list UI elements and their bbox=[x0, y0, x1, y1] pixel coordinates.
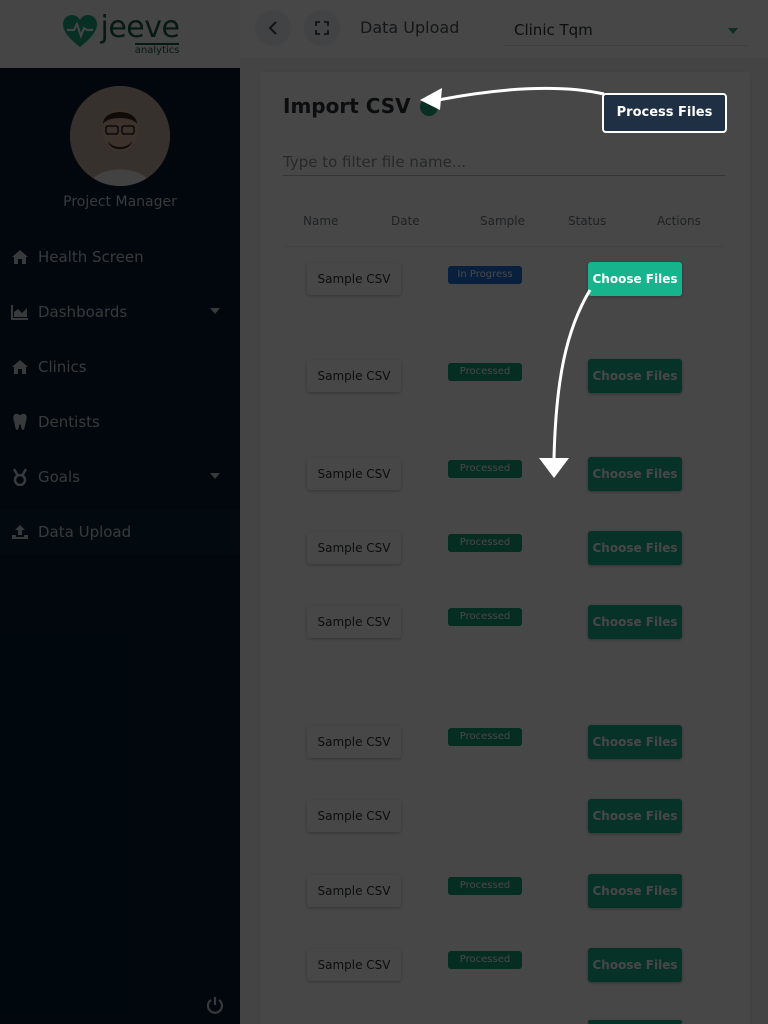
avatar[interactable] bbox=[70, 86, 170, 186]
sample-csv-button[interactable]: Sample CSV bbox=[307, 726, 401, 758]
home-icon bbox=[10, 357, 30, 377]
status-badge: Processed bbox=[448, 728, 522, 746]
choose-files-button[interactable]: Choose Files bbox=[588, 457, 682, 491]
choose-files-button[interactable]: Choose Files bbox=[588, 531, 682, 565]
chevron-down-icon bbox=[728, 28, 738, 34]
tooth-icon bbox=[10, 412, 30, 432]
status-badge: Processed bbox=[448, 877, 522, 895]
sidebar-item-health-screen[interactable]: Health Screen bbox=[0, 235, 240, 279]
choose-files-button[interactable]: Choose Files bbox=[588, 725, 682, 759]
sample-csv-button[interactable]: Sample CSV bbox=[307, 360, 401, 392]
sidebar-item-data-upload[interactable]: Data Upload bbox=[0, 510, 240, 554]
sidebar-item-label: Data Upload bbox=[38, 523, 132, 541]
sidebar-item-label: Health Screen bbox=[38, 248, 144, 266]
home-icon bbox=[10, 247, 30, 267]
fullscreen-icon bbox=[315, 21, 329, 35]
sample-csv-button[interactable]: Sample CSV bbox=[307, 263, 401, 295]
sample-csv-button[interactable]: Sample CSV bbox=[307, 458, 401, 490]
sample-csv-button[interactable]: Sample CSV bbox=[307, 532, 401, 564]
logo-sub: analytics bbox=[134, 42, 180, 56]
back-button[interactable] bbox=[255, 10, 291, 46]
chart-icon bbox=[10, 302, 30, 322]
heart-pulse-icon bbox=[62, 14, 97, 47]
process-files-button[interactable]: Process Files bbox=[602, 93, 727, 133]
choose-files-button[interactable]: Choose Files bbox=[588, 359, 682, 393]
info-icon[interactable] bbox=[420, 98, 438, 116]
sidebar-item-label: Goals bbox=[38, 468, 80, 486]
choose-files-button[interactable]: Choose Files bbox=[588, 874, 682, 908]
chevron-down-icon bbox=[210, 308, 220, 314]
clinic-select-value: Clinic Tqm bbox=[514, 20, 593, 39]
file-filter-input[interactable] bbox=[283, 148, 725, 176]
sample-csv-button[interactable]: Sample CSV bbox=[307, 875, 401, 907]
clinic-select[interactable]: Clinic Tqm bbox=[504, 14, 748, 46]
sidebar-item-dentists[interactable]: Dentists bbox=[0, 400, 240, 444]
card-title: Import CSV bbox=[283, 94, 411, 118]
sample-csv-button[interactable]: Sample CSV bbox=[307, 800, 401, 832]
sidebar: jeeve analytics Project Manager Health S… bbox=[0, 0, 240, 1024]
status-badge: Processed bbox=[448, 608, 522, 626]
choose-files-button-highlighted[interactable]: Choose Files bbox=[588, 262, 682, 296]
power-icon[interactable] bbox=[205, 995, 225, 1015]
sidebar-item-label: Dashboards bbox=[38, 303, 128, 321]
sidebar-item-clinics[interactable]: Clinics bbox=[0, 345, 240, 389]
column-header-name: Name bbox=[303, 214, 339, 228]
logo-bar: jeeve analytics bbox=[0, 0, 240, 68]
user-photo-icon bbox=[70, 86, 170, 186]
choose-files-button[interactable]: Choose Files bbox=[588, 605, 682, 639]
column-header-date: Date bbox=[391, 214, 420, 228]
sample-csv-button[interactable]: Sample CSV bbox=[307, 949, 401, 981]
choose-files-button[interactable]: Choose Files bbox=[588, 948, 682, 982]
sidebar-item-goals[interactable]: Goals bbox=[0, 455, 240, 499]
status-badge: Processed bbox=[448, 363, 522, 381]
choose-files-button[interactable]: Choose Files bbox=[588, 799, 682, 833]
status-badge: In Progress bbox=[448, 266, 522, 284]
fullscreen-button[interactable] bbox=[304, 10, 340, 46]
chevron-down-icon bbox=[210, 473, 220, 479]
choose-files-button-partial[interactable] bbox=[588, 1020, 682, 1024]
logo[interactable]: jeeve analytics bbox=[61, 9, 180, 56]
sidebar-item-label: Dentists bbox=[38, 413, 100, 431]
page-title: Data Upload bbox=[360, 18, 460, 37]
upload-icon bbox=[10, 522, 30, 542]
top-bar: Data Upload Clinic Tqm bbox=[240, 0, 768, 58]
column-header-status: Status bbox=[568, 214, 607, 228]
status-badge: Processed bbox=[448, 534, 522, 552]
sample-csv-button[interactable]: Sample CSV bbox=[307, 606, 401, 638]
sidebar-item-dashboards[interactable]: Dashboards bbox=[0, 290, 240, 334]
column-header-actions: Actions bbox=[657, 214, 701, 228]
divider bbox=[283, 246, 725, 247]
medal-icon bbox=[10, 467, 30, 487]
logo-name: jeeve bbox=[100, 9, 180, 45]
chevron-left-icon bbox=[268, 21, 277, 35]
status-badge: Processed bbox=[448, 951, 522, 969]
sidebar-item-label: Clinics bbox=[38, 358, 87, 376]
status-badge: Processed bbox=[448, 460, 522, 478]
user-role: Project Manager bbox=[63, 194, 177, 210]
column-header-sample: Sample bbox=[480, 214, 525, 228]
